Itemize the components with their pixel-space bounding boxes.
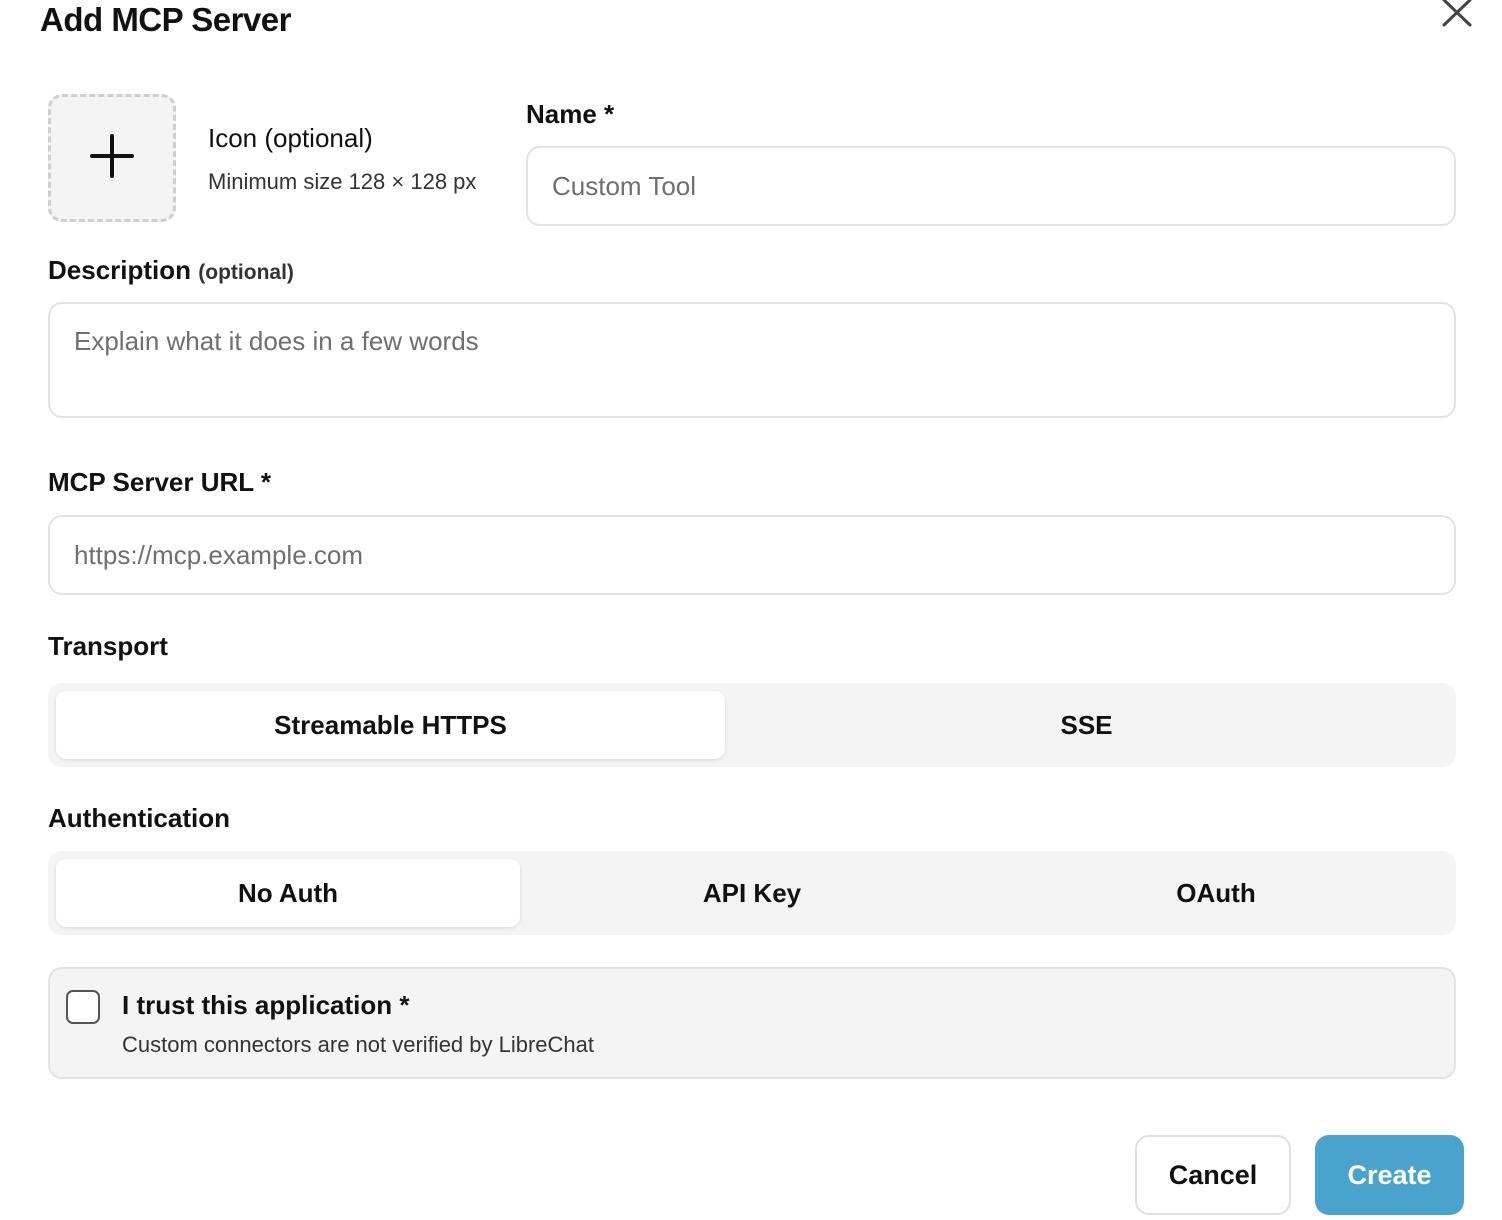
- transport-label: Transport: [48, 631, 168, 661]
- name-input[interactable]: [526, 146, 1456, 226]
- close-icon: [1440, 0, 1472, 33]
- description-label: Description (optional): [48, 254, 294, 289]
- auth-option-oauth[interactable]: OAuth: [984, 859, 1448, 927]
- name-label: Name *: [526, 99, 615, 129]
- transport-option-sse[interactable]: SSE: [725, 691, 1448, 759]
- description-textarea[interactable]: [48, 302, 1456, 418]
- trust-title: I trust this application *: [122, 990, 410, 1020]
- create-button[interactable]: Create: [1315, 1135, 1464, 1215]
- server-url-input[interactable]: [48, 515, 1456, 595]
- close-button[interactable]: [1436, 0, 1476, 30]
- icon-upload-hint: Minimum size 128 × 128 px: [208, 169, 477, 194]
- authentication-label: Authentication: [48, 803, 230, 833]
- trust-checkbox[interactable]: [66, 990, 100, 1024]
- authentication-segmented-control: No Auth API Key OAuth: [48, 851, 1456, 935]
- icon-upload-button[interactable]: [48, 94, 176, 222]
- trust-application-box: I trust this application * Custom connec…: [48, 967, 1456, 1079]
- plus-icon: [90, 133, 134, 183]
- cancel-button[interactable]: Cancel: [1135, 1135, 1291, 1215]
- add-mcp-server-dialog: Add MCP Server Icon (optional) Minimum s…: [0, 0, 1502, 1220]
- icon-upload-title: Icon (optional): [208, 123, 373, 153]
- auth-option-no-auth[interactable]: No Auth: [56, 859, 520, 927]
- transport-option-streamable-https[interactable]: Streamable HTTPS: [56, 691, 725, 759]
- description-label-text: Description: [48, 255, 192, 285]
- server-url-label: MCP Server URL *: [48, 467, 272, 497]
- trust-subtitle: Custom connectors are not verified by Li…: [122, 1032, 595, 1057]
- auth-option-api-key[interactable]: API Key: [520, 859, 984, 927]
- description-optional-tag: (optional): [198, 261, 294, 284]
- transport-segmented-control: Streamable HTTPS SSE: [48, 683, 1456, 767]
- dialog-title: Add MCP Server: [40, 1, 291, 38]
